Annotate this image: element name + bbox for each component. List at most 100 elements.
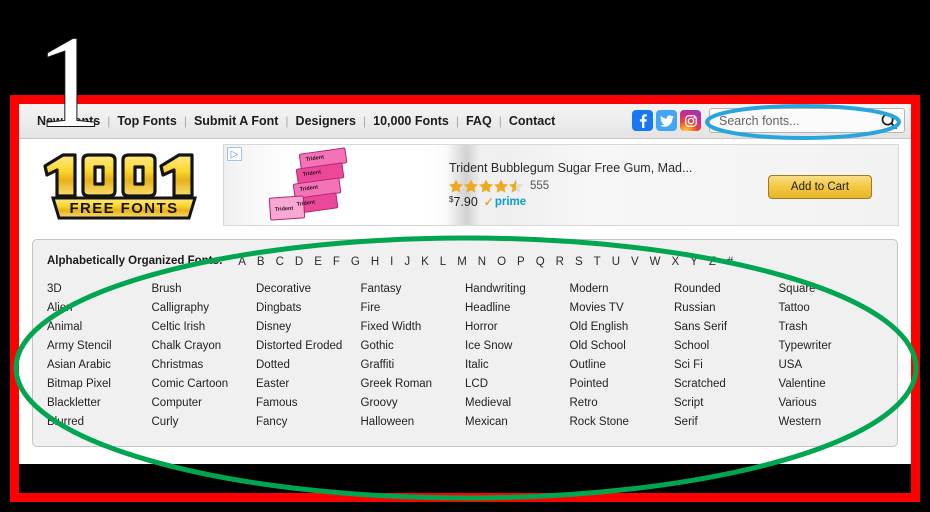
search-input[interactable]: [719, 113, 879, 128]
alphabet-link-m[interactable]: M: [452, 256, 473, 268]
category-link-alien[interactable]: Alien: [47, 299, 152, 318]
category-link-sans-serif[interactable]: Sans Serif: [674, 318, 779, 337]
advertisement-banner[interactable]: ▷ Trident Trident Trident Trident Triden…: [223, 144, 899, 226]
nav-10000-fonts[interactable]: 10,000 Fonts: [372, 114, 450, 128]
category-link-headline[interactable]: Headline: [465, 299, 570, 318]
category-link-curly[interactable]: Curly: [152, 413, 257, 432]
alphabet-link-o[interactable]: O: [492, 256, 512, 268]
category-link-christmas[interactable]: Christmas: [152, 356, 257, 375]
alphabet-link-b[interactable]: B: [251, 256, 270, 268]
alphabet-link-c[interactable]: C: [270, 256, 289, 268]
alphabet-link-f[interactable]: F: [327, 256, 345, 268]
category-link-decorative[interactable]: Decorative: [256, 280, 361, 299]
category-link-distorted-eroded[interactable]: Distorted Eroded: [256, 337, 361, 356]
nav-top-fonts[interactable]: Top Fonts: [116, 114, 177, 128]
category-link-celtic-irish[interactable]: Celtic Irish: [152, 318, 257, 337]
category-link-lcd[interactable]: LCD: [465, 375, 570, 394]
alphabet-link-n[interactable]: N: [472, 256, 491, 268]
category-link-old-school[interactable]: Old School: [570, 337, 675, 356]
category-link-graffiti[interactable]: Graffiti: [361, 356, 466, 375]
nav-contact[interactable]: Contact: [508, 114, 557, 128]
category-link-groovy[interactable]: Groovy: [361, 394, 466, 413]
alphabet-link-q[interactable]: Q: [530, 256, 550, 268]
facebook-icon[interactable]: [632, 110, 653, 131]
category-link-fantasy[interactable]: Fantasy: [361, 280, 466, 299]
category-link-animal[interactable]: Animal: [47, 318, 152, 337]
ad-product-title[interactable]: Trident Bubblegum Sugar Free Gum, Mad...: [449, 161, 890, 176]
alphabet-link-s[interactable]: S: [569, 256, 588, 268]
category-link-gothic[interactable]: Gothic: [361, 337, 466, 356]
category-link-blackletter[interactable]: Blackletter: [47, 394, 152, 413]
adchoices-icon[interactable]: ▷: [227, 147, 242, 161]
category-link-horror[interactable]: Horror: [465, 318, 570, 337]
category-link-calligraphy[interactable]: Calligraphy: [152, 299, 257, 318]
alphabet-link-r[interactable]: R: [550, 256, 569, 268]
category-link-valentine[interactable]: Valentine: [779, 375, 884, 394]
category-link-computer[interactable]: Computer: [152, 394, 257, 413]
category-link-bitmap-pixel[interactable]: Bitmap Pixel: [47, 375, 152, 394]
alphabet-link-d[interactable]: D: [289, 256, 308, 268]
alphabet-link-j[interactable]: J: [399, 256, 416, 268]
alphabet-link-w[interactable]: W: [644, 256, 666, 268]
alphabet-link-p[interactable]: P: [512, 256, 531, 268]
alphabet-link-i[interactable]: I: [385, 256, 399, 268]
category-link-blurred[interactable]: Blurred: [47, 413, 152, 432]
category-link-3d[interactable]: 3D: [47, 280, 152, 299]
category-link-comic-cartoon[interactable]: Comic Cartoon: [152, 375, 257, 394]
alphabet-link-hash[interactable]: #: [721, 256, 738, 268]
category-link-script[interactable]: Script: [674, 394, 779, 413]
category-link-fire[interactable]: Fire: [361, 299, 466, 318]
category-link-school[interactable]: School: [674, 337, 779, 356]
nav-submit-a-font[interactable]: Submit A Font: [193, 114, 279, 128]
category-link-mexican[interactable]: Mexican: [465, 413, 570, 432]
alphabet-link-v[interactable]: V: [626, 256, 645, 268]
category-link-scratched[interactable]: Scratched: [674, 375, 779, 394]
instagram-icon[interactable]: [680, 110, 701, 131]
category-link-old-english[interactable]: Old English: [570, 318, 675, 337]
category-link-modern[interactable]: Modern: [570, 280, 675, 299]
alphabet-link-y[interactable]: Y: [685, 256, 704, 268]
add-to-cart-button[interactable]: Add to Cart: [768, 175, 872, 199]
category-link-brush[interactable]: Brush: [152, 280, 257, 299]
alphabet-link-h[interactable]: H: [365, 256, 384, 268]
category-link-sci-fi[interactable]: Sci Fi: [674, 356, 779, 375]
alphabet-link-k[interactable]: K: [416, 256, 435, 268]
alphabet-link-g[interactable]: G: [345, 256, 365, 268]
alphabet-link-z[interactable]: Z: [703, 256, 721, 268]
twitter-icon[interactable]: [656, 110, 677, 131]
category-link-dingbats[interactable]: Dingbats: [256, 299, 361, 318]
alphabet-link-a[interactable]: A: [233, 256, 252, 268]
category-link-greek-roman[interactable]: Greek Roman: [361, 375, 466, 394]
category-link-halloween[interactable]: Halloween: [361, 413, 466, 432]
category-link-dotted[interactable]: Dotted: [256, 356, 361, 375]
category-link-serif[interactable]: Serif: [674, 413, 779, 432]
category-link-tattoo[interactable]: Tattoo: [779, 299, 884, 318]
category-link-movies-tv[interactable]: Movies TV: [570, 299, 675, 318]
category-link-retro[interactable]: Retro: [570, 394, 675, 413]
alphabet-link-t[interactable]: T: [588, 256, 606, 268]
category-link-rock-stone[interactable]: Rock Stone: [570, 413, 675, 432]
category-link-outline[interactable]: Outline: [570, 356, 675, 375]
category-link-asian-arabic[interactable]: Asian Arabic: [47, 356, 152, 375]
search-box[interactable]: [709, 108, 905, 133]
category-link-fixed-width[interactable]: Fixed Width: [361, 318, 466, 337]
category-link-handwriting[interactable]: Handwriting: [465, 280, 570, 299]
category-link-disney[interactable]: Disney: [256, 318, 361, 337]
category-link-pointed[interactable]: Pointed: [570, 375, 675, 394]
alphabet-link-u[interactable]: U: [606, 256, 625, 268]
category-link-ice-snow[interactable]: Ice Snow: [465, 337, 570, 356]
category-link-usa[interactable]: USA: [779, 356, 884, 375]
alphabet-link-x[interactable]: X: [666, 256, 685, 268]
category-link-famous[interactable]: Famous: [256, 394, 361, 413]
category-link-fancy[interactable]: Fancy: [256, 413, 361, 432]
alphabet-link-e[interactable]: E: [309, 256, 328, 268]
category-link-square[interactable]: Square: [779, 280, 884, 299]
category-link-russian[interactable]: Russian: [674, 299, 779, 318]
category-link-italic[interactable]: Italic: [465, 356, 570, 375]
category-link-western[interactable]: Western: [779, 413, 884, 432]
site-logo[interactable]: FREE FONTS: [35, 148, 211, 222]
category-link-typewriter[interactable]: Typewriter: [779, 337, 884, 356]
category-link-trash[interactable]: Trash: [779, 318, 884, 337]
category-link-easter[interactable]: Easter: [256, 375, 361, 394]
category-link-rounded[interactable]: Rounded: [674, 280, 779, 299]
